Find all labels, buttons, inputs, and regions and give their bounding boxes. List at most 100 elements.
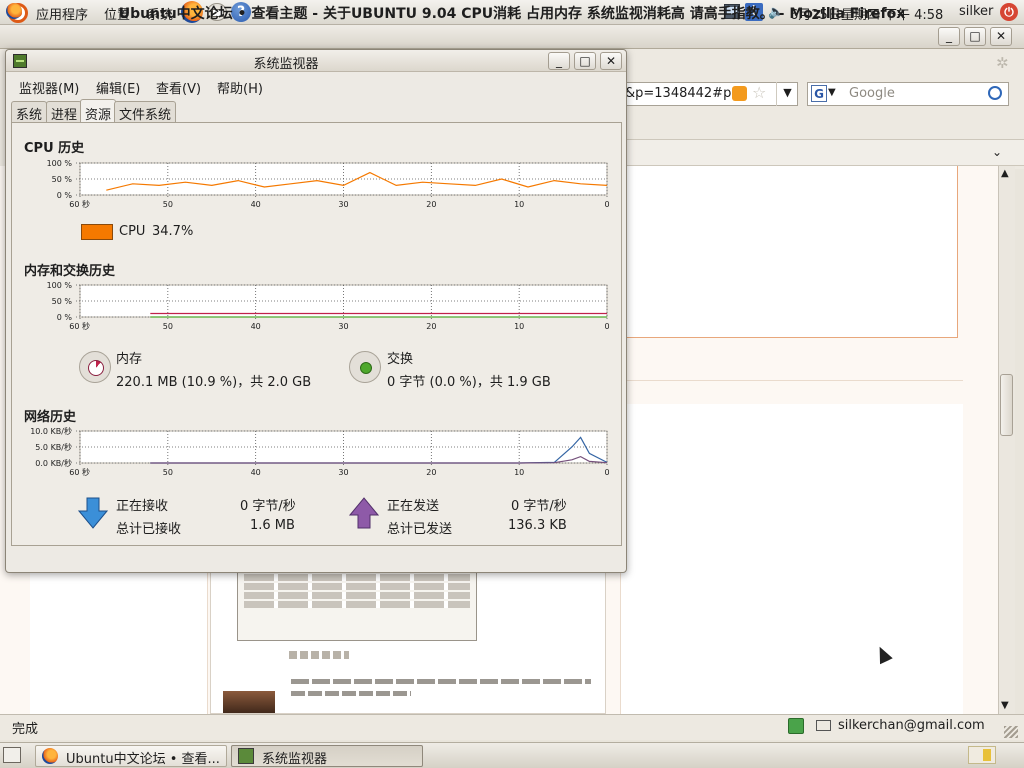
show-desktop-icon[interactable] — [3, 747, 21, 763]
url-bar[interactable]: &p=1348442#p — [620, 82, 798, 106]
resize-grip-icon[interactable] — [1004, 726, 1018, 738]
memory-history-title: 内存和交换历史 — [24, 264, 116, 279]
url-text: &p=1348442#p — [625, 86, 732, 101]
search-placeholder: Google — [849, 86, 895, 101]
y-tick-label: 5.0 KB/秒 — [35, 442, 72, 452]
swap-pie-icon[interactable] — [349, 351, 381, 383]
x-tick-label: 30 — [338, 468, 348, 477]
x-tick-label: 60 秒 — [69, 467, 90, 477]
x-tick-label: 0 — [604, 322, 609, 331]
swap-label: 交换 — [387, 352, 414, 367]
tab-processes[interactable]: 进程 — [46, 101, 83, 123]
firefox-maximize-button[interactable]: □ — [964, 27, 986, 46]
divider — [620, 380, 963, 381]
system-monitor-window: 系统监视器 _ □ ✕ 监视器(M) 编辑(E) 查看(V) 帮助(H) 系统 … — [5, 49, 627, 573]
cpu-legend-label: CPU — [119, 224, 146, 239]
url-dropdown-icon[interactable]: ▼ — [776, 82, 798, 106]
tab-system[interactable]: 系统 — [11, 101, 48, 123]
x-tick-label: 30 — [338, 200, 348, 209]
attached-screenshot[interactable] — [210, 570, 606, 714]
firefox-icon — [42, 748, 58, 764]
chevron-down-icon[interactable]: ⌄ — [992, 145, 1002, 159]
memory-history-chart: 60 秒 50 40 30 20 10 0 100 % 50 % 0 % — [47, 281, 610, 331]
x-tick-label: 50 — [163, 322, 173, 331]
y-tick-label: 50 % — [52, 175, 73, 184]
bookmark-star-icon[interactable]: ☆ — [752, 83, 766, 102]
cpu-legend-value: 34.7% — [152, 224, 194, 239]
trash-icon[interactable] — [968, 746, 996, 764]
screenshot-text-line — [291, 691, 411, 696]
x-tick-label: 60 秒 — [69, 321, 90, 331]
sm-minimize-button[interactable]: _ — [548, 52, 570, 70]
scroll-up-icon[interactable]: ▲ — [1001, 168, 1009, 179]
avatar — [223, 691, 275, 713]
firefox-minimize-button[interactable]: _ — [938, 27, 960, 46]
y-tick-label: 0 % — [57, 191, 73, 200]
network-history-title: 网络历史 — [24, 410, 77, 425]
firefox-close-button[interactable]: ✕ — [990, 27, 1012, 46]
sm-window-title: 系统监视器 — [253, 57, 319, 72]
scrollbar-thumb[interactable] — [1000, 374, 1013, 436]
memory-pie-icon[interactable] — [79, 351, 111, 383]
x-tick-label: 50 — [163, 200, 173, 209]
upload-arrow-icon[interactable] — [349, 497, 379, 529]
page-scrollbar[interactable] — [998, 166, 1015, 714]
tab-resources[interactable]: 资源 — [80, 99, 117, 123]
screenshot-window — [237, 571, 477, 641]
menu-view[interactable]: 查看(V) — [156, 78, 201, 97]
scroll-down-icon[interactable]: ▼ — [1001, 700, 1009, 711]
resources-panel: CPU 历史 60 秒 50 40 30 20 10 0 100 % 50 % 0 % CPU 3… — [11, 122, 622, 546]
screenshot-text-line — [291, 679, 591, 684]
swap-value: 0 字节 (0.0 %)，共 1.9 GB — [387, 375, 551, 390]
rating-stars — [289, 651, 349, 659]
network-history-chart: 60 秒 50 40 30 20 10 0 10.0 KB/秒 5.0 KB/秒 0.0 KB/秒 — [30, 427, 609, 477]
taskbar-item-system-monitor[interactable]: 系统监视器 — [231, 745, 423, 767]
sending-label: 正在发送 — [387, 499, 440, 514]
cpu-history-chart: 60 秒 50 40 30 20 10 0 100 % 50 % 0 % — [47, 159, 610, 209]
total-sent-label: 总计已发送 — [387, 522, 453, 537]
y-tick-label: 0 % — [57, 313, 73, 322]
x-tick-label: 50 — [163, 468, 173, 477]
envelope-icon[interactable] — [816, 720, 831, 731]
post-author-column — [30, 570, 208, 714]
throbber-icon: ✲ — [996, 54, 1009, 72]
total-received-label: 总计已接收 — [116, 522, 182, 537]
x-tick-label: 10 — [514, 322, 524, 331]
status-text: 完成 — [12, 722, 39, 737]
post-box — [620, 404, 963, 714]
firefox-titlebar[interactable] — [0, 25, 1024, 49]
x-tick-label: 40 — [251, 200, 261, 209]
addon-icon[interactable] — [788, 718, 804, 734]
rss-icon[interactable] — [732, 86, 747, 101]
menu-help[interactable]: 帮助(H) — [217, 78, 263, 97]
x-tick-label: 10 — [514, 200, 524, 209]
cpu-color-swatch[interactable] — [81, 224, 113, 240]
y-tick-label: 100 % — [47, 159, 73, 168]
firefox-window-title: Ubuntu中文论坛 • 查看主题 - 关于UBUNTU 9.04 CPU消耗 … — [118, 6, 906, 22]
tab-filesystems[interactable]: 文件系统 — [114, 101, 177, 123]
download-arrow-icon[interactable] — [78, 497, 108, 529]
search-icon[interactable] — [988, 86, 1002, 100]
total-sent: 136.3 KB — [508, 518, 567, 533]
sm-maximize-button[interactable]: □ — [574, 52, 596, 70]
memory-value: 220.1 MB (10.9 %)，共 2.0 GB — [116, 375, 312, 390]
total-received: 1.6 MB — [250, 518, 295, 533]
engine-dropdown-icon[interactable]: ▼ — [828, 87, 836, 98]
x-tick-label: 40 — [251, 468, 261, 477]
receiving-rate: 0 字节/秒 — [240, 499, 296, 514]
google-engine-icon[interactable]: G — [811, 85, 827, 102]
y-tick-label: 50 % — [52, 297, 73, 306]
memory-label: 内存 — [116, 352, 143, 367]
menu-monitor[interactable]: 监视器(M) — [19, 78, 79, 97]
taskbar-item-firefox[interactable]: Ubuntu中文论坛 • 查看... — [35, 745, 227, 767]
sm-close-button[interactable]: ✕ — [600, 52, 622, 70]
x-tick-label: 30 — [338, 322, 348, 331]
x-tick-label: 60 秒 — [69, 199, 90, 209]
cpu-history-title: CPU 历史 — [24, 141, 85, 156]
menu-edit[interactable]: 编辑(E) — [96, 78, 140, 97]
status-email[interactable]: silkerchan@gmail.com — [838, 718, 985, 733]
system-monitor-icon — [238, 748, 254, 764]
search-input[interactable] — [807, 82, 1009, 106]
x-tick-label: 0 — [604, 468, 609, 477]
post-box — [620, 166, 958, 338]
